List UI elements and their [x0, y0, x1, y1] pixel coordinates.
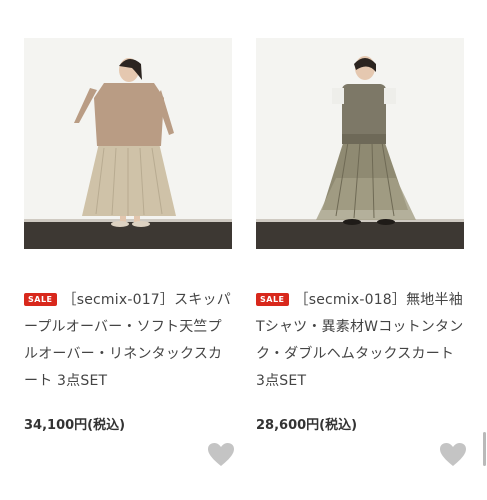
product-image[interactable] — [24, 38, 232, 249]
product-title-text[interactable]: ［secmix-018］無地半袖Tシャツ・異素材Wコットンタンク・ダブルヘムタッ… — [256, 292, 463, 389]
heart-icon[interactable] — [439, 442, 467, 468]
heart-icon[interactable] — [207, 442, 235, 468]
sale-badge: SALE — [24, 293, 57, 306]
product-title[interactable]: SALE ［secmix-017］スキッパープルオーバー・ソフト天竺プルオーバー・… — [24, 287, 232, 395]
product-card[interactable]: SALE ［secmix-018］無地半袖Tシャツ・異素材Wコットンタンク・ダブル… — [256, 38, 466, 466]
product-card[interactable]: SALE ［secmix-017］スキッパープルオーバー・ソフト天竺プルオーバー・… — [24, 38, 234, 466]
product-image[interactable] — [256, 38, 464, 249]
product-price: 34,100円(税込) — [24, 418, 126, 433]
product-title-text[interactable]: ［secmix-017］スキッパープルオーバー・ソフト天竺プルオーバー・リネンタ… — [24, 292, 231, 389]
sale-badge: SALE — [256, 293, 289, 306]
scrollbar[interactable] — [483, 432, 486, 466]
product-title[interactable]: SALE ［secmix-018］無地半袖Tシャツ・異素材Wコットンタンク・ダブル… — [256, 287, 464, 395]
product-price: 28,600円(税込) — [256, 418, 358, 433]
